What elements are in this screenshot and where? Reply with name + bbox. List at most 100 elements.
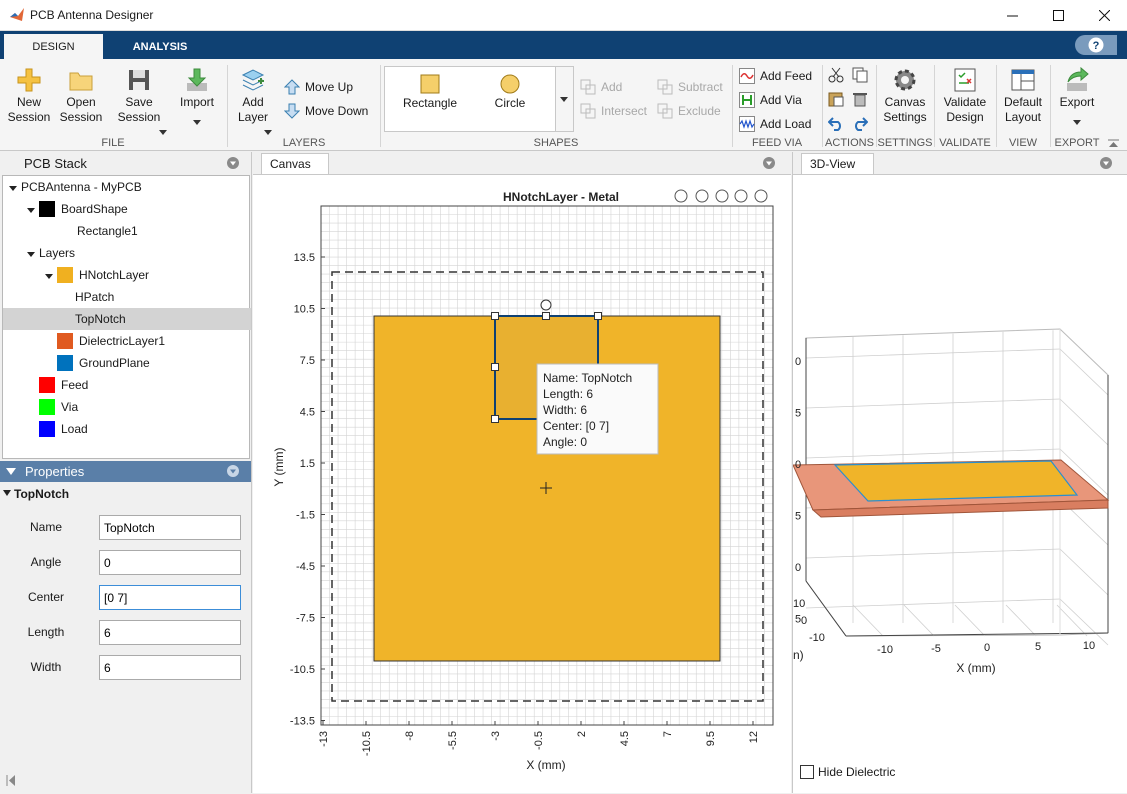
y-tick-label: 10 [793, 598, 805, 610]
help-button[interactable]: ? [1075, 35, 1117, 55]
tree-item[interactable]: Via [3, 396, 251, 418]
add-load-label: Add Load [760, 117, 812, 131]
redo-icon[interactable] [852, 115, 868, 131]
property-field-length[interactable] [99, 620, 241, 645]
property-field-angle[interactable] [99, 550, 241, 575]
y-tick-label: 10.5 [294, 304, 315, 316]
tab-3d-view[interactable]: 3D-View [801, 153, 874, 175]
chevron-down-icon[interactable] [27, 202, 39, 216]
collapse-toolstrip-icon[interactable] [1108, 139, 1119, 148]
tab-analysis[interactable]: ANALYSIS [110, 34, 210, 59]
subtract-button[interactable]: Subtract [657, 79, 723, 95]
tree-item[interactable]: TopNotch [3, 308, 251, 330]
exclude-button[interactable]: Exclude [657, 103, 721, 119]
move-down-button[interactable]: Move Down [284, 103, 368, 119]
add-shape-button[interactable]: Add [580, 79, 622, 95]
panel-menu-icon[interactable] [1100, 157, 1112, 169]
subtract-icon [657, 79, 673, 95]
pan-edit-icon[interactable] [674, 189, 688, 203]
canvas-plot[interactable]: HNotchLayer - Metal 13.5 10.5 7.5 4.5 1.5 -1.5… [253, 175, 791, 794]
chevron-down-icon [193, 120, 201, 125]
panel-menu-icon[interactable] [227, 157, 239, 169]
y-tick-label: -10 [809, 632, 825, 644]
home-icon[interactable] [754, 189, 768, 203]
minimize-button[interactable] [989, 0, 1035, 31]
tab-design[interactable]: DESIGN [4, 34, 103, 59]
resize-handle[interactable] [491, 363, 499, 371]
zoom-out-icon[interactable] [734, 189, 748, 203]
resize-handle[interactable] [542, 312, 550, 320]
pcb-stack-tree: PCBAntenna - MyPCB BoardShape Rectangle1 La… [2, 175, 251, 459]
chevron-down-icon[interactable] [27, 246, 39, 260]
delete-icon[interactable] [852, 91, 868, 107]
panel-menu-icon[interactable] [227, 465, 239, 477]
open-session-button[interactable]: Open Session [58, 67, 104, 125]
arrow-up-icon [284, 79, 300, 95]
rotate-handle[interactable] [540, 299, 552, 311]
tree-item[interactable]: BoardShape [3, 198, 251, 220]
property-field-width[interactable] [99, 655, 241, 680]
scroll-to-start-icon[interactable] [6, 775, 15, 786]
hide-dielectric-control[interactable]: Hide Dielectric [800, 765, 895, 779]
move-up-button[interactable]: Move Up [284, 79, 353, 95]
expand-icon[interactable] [3, 490, 11, 496]
y-tick-label: 1.5 [300, 458, 315, 470]
canvas-settings-button[interactable]: Canvas Settings [880, 67, 930, 125]
intersect-button[interactable]: Intersect [580, 103, 647, 119]
z-tick-label: 0 [795, 356, 801, 368]
tree-item[interactable]: Rectangle1 [3, 220, 251, 242]
default-layout-button[interactable]: Default Layout [998, 67, 1048, 125]
circle-button[interactable]: Circle [477, 74, 543, 111]
chevron-down-icon[interactable] [9, 180, 21, 194]
resize-handle[interactable] [594, 312, 602, 320]
paste-icon[interactable] [828, 91, 844, 107]
add-load-button[interactable]: Add Load [739, 116, 811, 132]
tree-item[interactable]: GroundPlane [3, 352, 251, 374]
hide-dielectric-checkbox[interactable] [800, 765, 814, 779]
tree-item[interactable]: Layers [3, 242, 251, 264]
tree-item-label: Via [61, 400, 79, 414]
view3d-area: 0 5 0 5 0 5 10 0 -10 n) -10 -5 0 5 10 X (mm) Hide Diele… [793, 174, 1127, 793]
tree-item[interactable]: HNotchLayer [3, 264, 251, 286]
tree-item[interactable]: DielectricLayer1 [3, 330, 251, 352]
z-tick-label: 0 [795, 562, 801, 574]
collapse-icon[interactable] [6, 468, 16, 475]
hand-pan-icon[interactable] [695, 189, 709, 203]
validate-design-button[interactable]: Validate Design [938, 67, 992, 125]
add-layer-button[interactable]: Add Layer [232, 67, 274, 135]
view3d-plot[interactable]: 050505100-10n) -10 -5 0 5 10X (mm) [793, 175, 1127, 765]
rectangle-button[interactable]: Rectangle [397, 74, 463, 111]
save-session-button[interactable]: Save Session [110, 67, 168, 135]
tree-item[interactable]: Load [3, 418, 251, 440]
union-icon [580, 79, 596, 95]
copy-icon[interactable] [852, 67, 868, 83]
tree-item[interactable]: Feed [3, 374, 251, 396]
property-field-center[interactable] [99, 585, 241, 610]
export-label: Export [1059, 95, 1095, 109]
zoom-in-icon[interactable] [715, 189, 729, 203]
new-session-icon [17, 68, 41, 92]
export-button[interactable]: Export [1054, 67, 1100, 125]
chevron-down-icon[interactable] [45, 268, 57, 282]
y-tick-label: 0 [801, 615, 807, 627]
tree-item[interactable]: PCBAntenna - MyPCB [3, 176, 251, 198]
tree-item[interactable]: HPatch [3, 286, 251, 308]
tree-item-label: BoardShape [61, 202, 128, 216]
resize-handle[interactable] [491, 312, 499, 320]
tree-item-label: HNotchLayer [79, 268, 150, 282]
add-feed-button[interactable]: Add Feed [739, 68, 812, 84]
add-via-button[interactable]: Add Via [739, 92, 802, 108]
x-tick-label: -8 [404, 731, 416, 741]
maximize-button[interactable] [1035, 0, 1081, 31]
panel-menu-icon[interactable] [763, 157, 775, 169]
new-session-button[interactable]: New Session [6, 67, 52, 125]
close-button[interactable] [1081, 0, 1127, 31]
tab-canvas[interactable]: Canvas [261, 153, 329, 175]
property-field-name[interactable] [99, 515, 241, 540]
gallery-expand-button[interactable] [556, 66, 574, 132]
layer-color-swatch [39, 399, 55, 415]
resize-handle[interactable] [491, 415, 499, 423]
import-button[interactable]: Import [174, 67, 220, 125]
cut-icon[interactable] [828, 67, 844, 83]
undo-icon[interactable] [828, 115, 844, 131]
